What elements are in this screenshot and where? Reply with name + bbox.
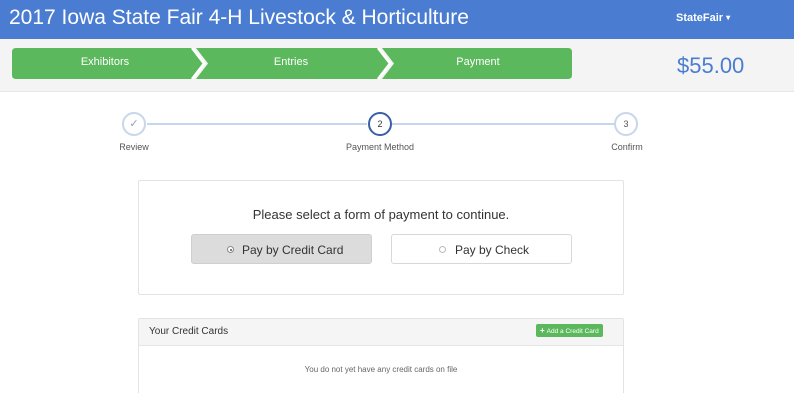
payment-method-panel: Please select a form of payment to conti…	[138, 180, 624, 295]
payment-prompt: Please select a form of payment to conti…	[252, 207, 510, 222]
radio-unselected-icon	[439, 246, 446, 253]
progress-step-payment-circle: 2	[368, 112, 392, 136]
pay-option-label: Pay by Check	[455, 243, 530, 257]
pay-by-credit-card-button[interactable]: Pay by Credit Card	[191, 234, 372, 264]
progress-label-payment-method: Payment Method	[345, 142, 415, 152]
progress-step-review-circle: ✓	[122, 112, 146, 136]
order-total: $55.00	[677, 53, 745, 78]
credit-cards-empty-message: You do not yet have any credit cards on …	[304, 365, 458, 374]
caret-down-icon: ▾	[726, 13, 731, 22]
progress-label-review: Review	[119, 142, 149, 152]
pay-option-label: Pay by Credit Card	[242, 243, 344, 257]
radio-selected-icon	[227, 246, 234, 253]
credit-cards-panel: Your Credit Cards + Add a Credit Card You…	[138, 318, 624, 393]
progress-step-number: 2	[377, 119, 383, 129]
progress-connector	[392, 123, 614, 125]
user-menu-dropdown[interactable]: StateFair ▾	[676, 12, 730, 24]
step-payment[interactable]: Payment	[384, 56, 572, 68]
step-entries[interactable]: Entries	[198, 56, 384, 68]
pay-by-check-button[interactable]: Pay by Check	[391, 234, 572, 264]
progress-step-number: 3	[623, 119, 629, 129]
progress-label-confirm: Confirm	[611, 142, 643, 152]
user-menu-label: StateFair	[676, 12, 724, 24]
app-title: 2017 Iowa State Fair 4-H Livestock & Hor…	[9, 6, 469, 29]
progress-step-confirm-circle: 3	[614, 112, 638, 136]
checkout-stepbar-area: Exhibitors Entries Payment $55.00	[0, 39, 794, 92]
credit-cards-title: Your Credit Cards	[149, 326, 229, 337]
add-credit-card-button[interactable]: + Add a Credit Card	[536, 324, 603, 337]
checkmark-icon: ✓	[129, 118, 139, 130]
add-credit-card-label: Add a Credit Card	[546, 328, 599, 335]
checkout-stepbar: Exhibitors Entries Payment	[12, 48, 572, 79]
progress-connector	[147, 123, 367, 125]
top-navbar: 2017 Iowa State Fair 4-H Livestock & Hor…	[0, 0, 794, 39]
credit-cards-header: Your Credit Cards + Add a Credit Card	[139, 319, 623, 346]
payment-progress-stepper: ✓ 2 3 Review Payment Method Confirm	[0, 106, 794, 156]
plus-icon: +	[540, 326, 545, 335]
step-exhibitors[interactable]: Exhibitors	[12, 56, 198, 68]
